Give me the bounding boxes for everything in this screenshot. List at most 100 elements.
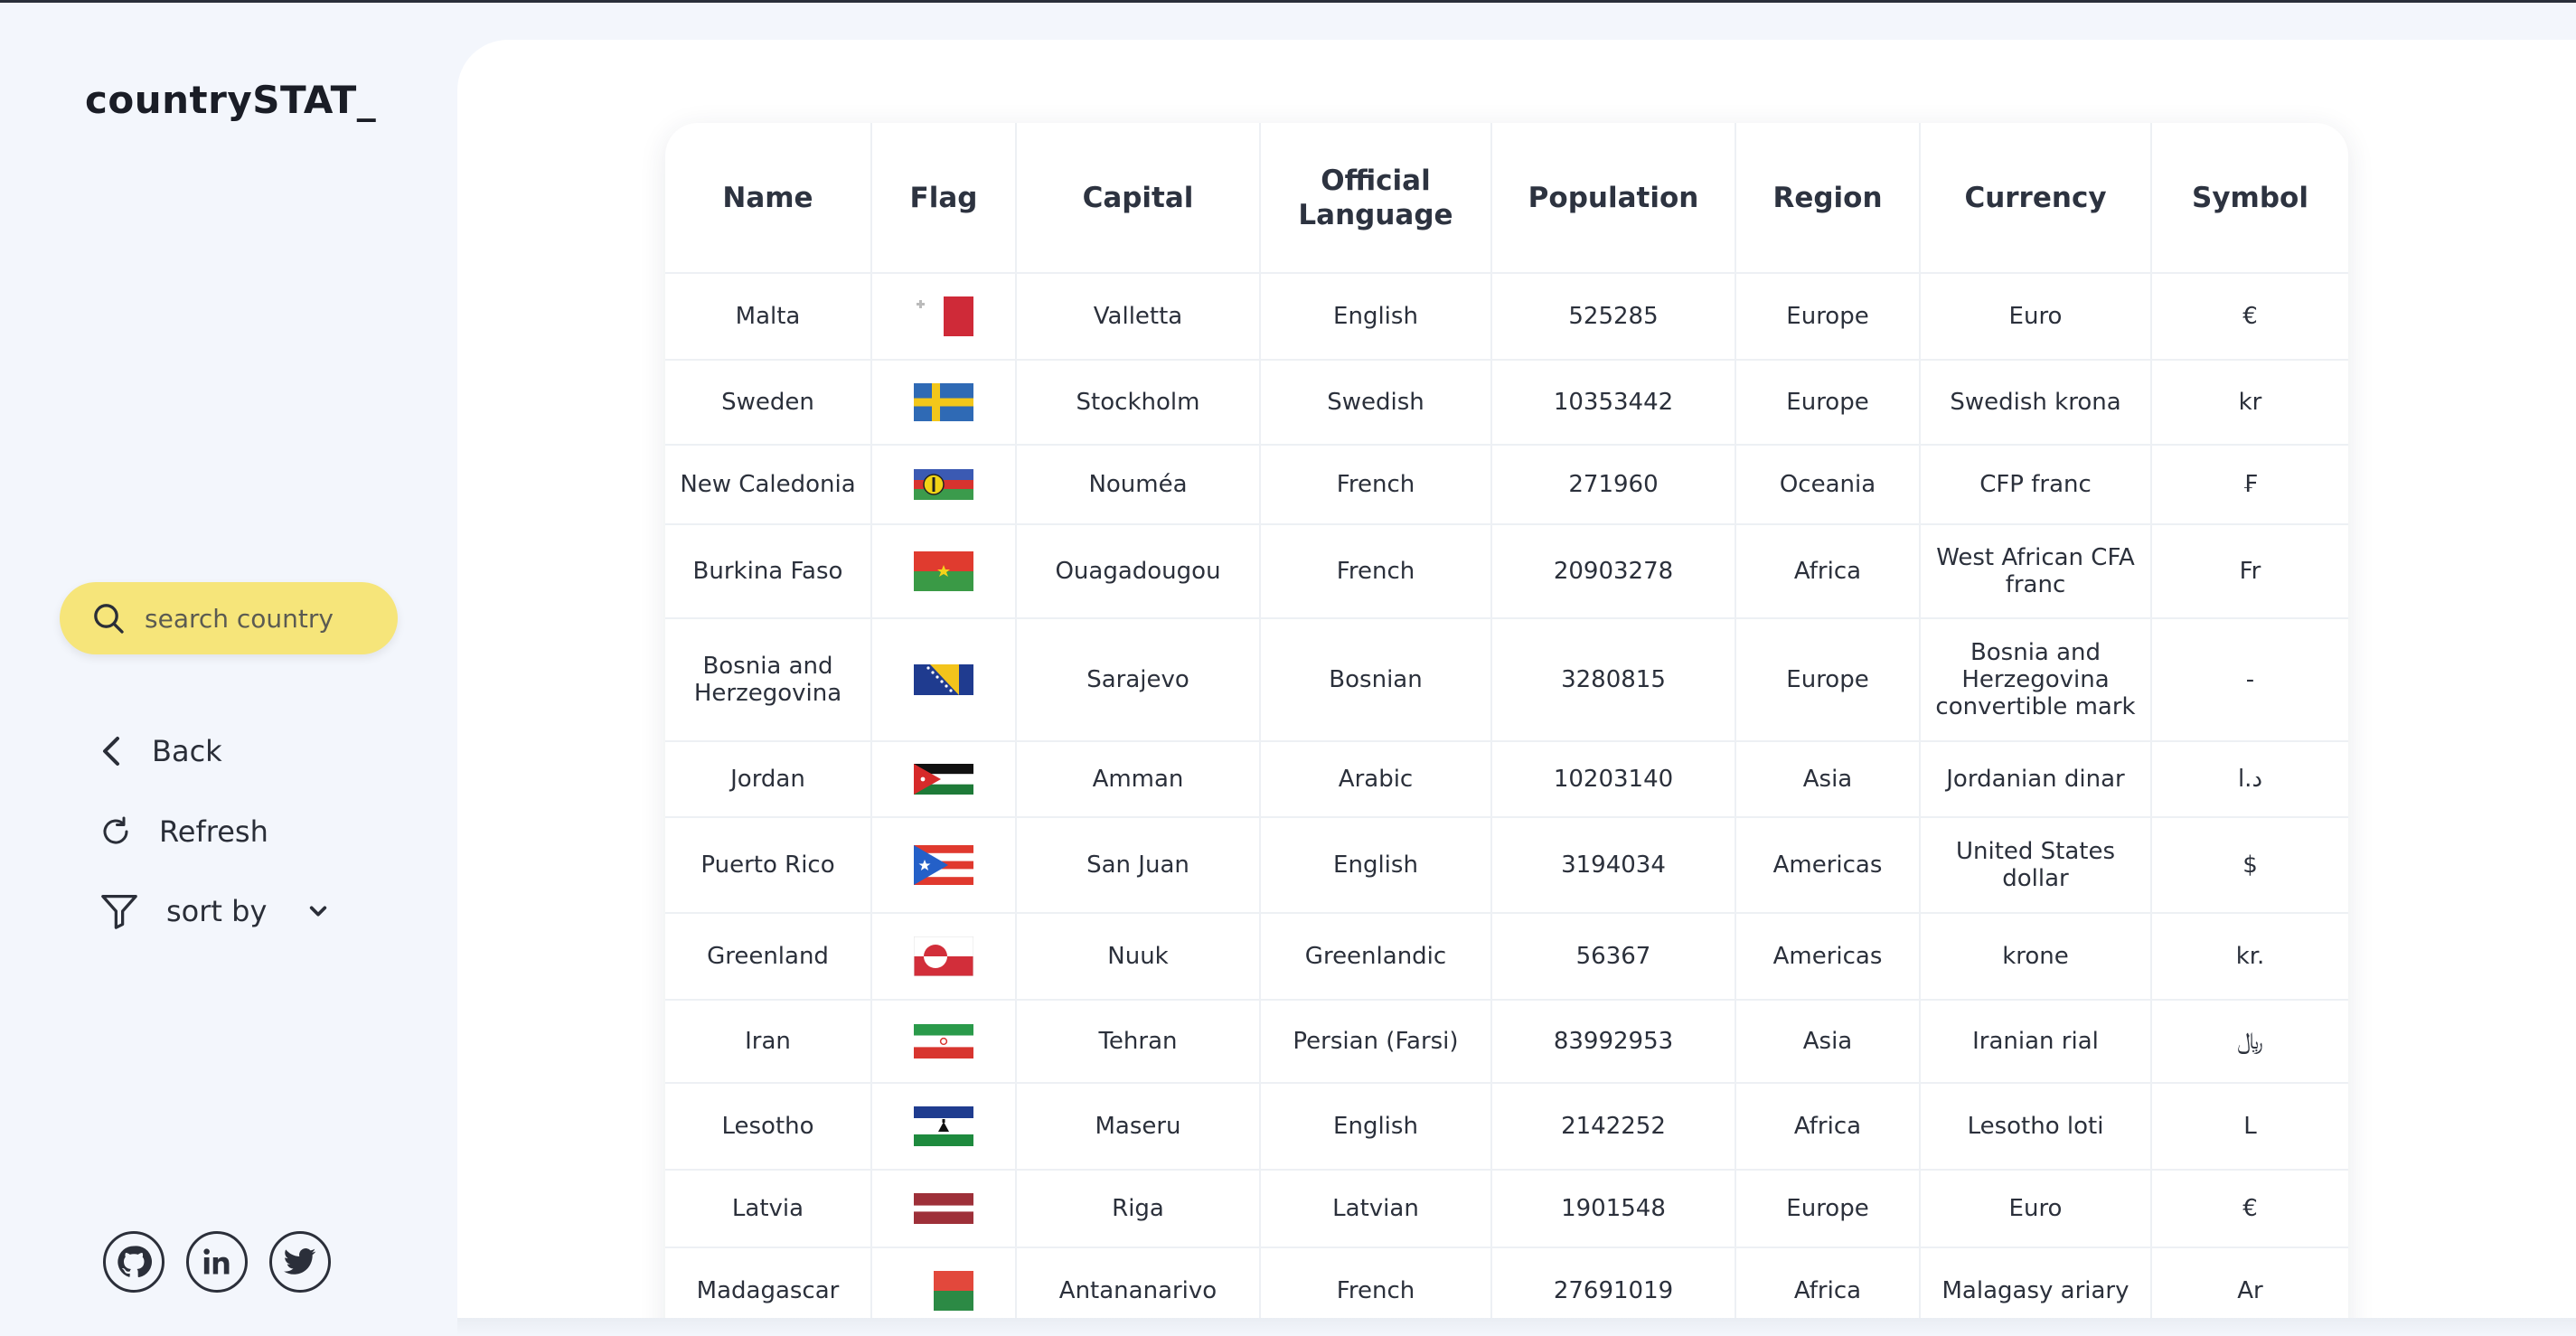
country-name: Lesotho [665, 1083, 872, 1171]
currency-symbol: $ [2151, 817, 2348, 914]
search-input[interactable] [145, 603, 371, 634]
latvia-flag-icon [914, 1193, 973, 1224]
population: 271960 [1491, 445, 1736, 525]
twitter-icon [284, 1248, 316, 1275]
population: 10203140 [1491, 741, 1736, 818]
currency: United States dollar [1920, 817, 2152, 914]
table-row[interactable]: Malta Valletta English 525285 Europe Eur… [665, 273, 2348, 361]
table-row[interactable]: Madagascar Antananarivo French 27691019 … [665, 1247, 2348, 1323]
population: 20903278 [1491, 524, 1736, 619]
region: Europe [1735, 1170, 1921, 1248]
population: 1901548 [1491, 1170, 1736, 1248]
burkina-faso-flag-icon [914, 551, 973, 591]
back-label: Back [152, 734, 222, 768]
iran-flag-icon [914, 1024, 973, 1058]
currency: Iranian rial [1920, 1000, 2152, 1084]
currency: Lesotho loti [1920, 1083, 2152, 1171]
countries-table: Name Flag Capital Official Language Popu… [665, 123, 2348, 1323]
currency-symbol: - [2151, 618, 2348, 742]
refresh-button[interactable]: Refresh [99, 814, 268, 850]
chevron-left-icon [103, 737, 119, 766]
back-button[interactable]: Back [99, 734, 222, 768]
official-language: English [1260, 817, 1492, 914]
flag-cell [871, 1083, 1017, 1171]
github-icon [118, 1246, 152, 1278]
official-language: Bosnian [1260, 618, 1492, 742]
github-link[interactable] [103, 1231, 165, 1293]
table-header-row: Name Flag Capital Official Language Popu… [665, 123, 2348, 274]
column-header-currency[interactable]: Currency [1920, 123, 2152, 274]
capital: Valletta [1016, 273, 1261, 361]
population: 27691019 [1491, 1247, 1736, 1323]
official-language: French [1260, 524, 1492, 619]
column-header-name[interactable]: Name [665, 123, 872, 274]
table-row[interactable]: Iran Tehran Persian (Farsi) 83992953 Asi… [665, 1000, 2348, 1084]
flag-cell [871, 273, 1017, 361]
search-box[interactable] [60, 582, 398, 654]
social-links [103, 1231, 331, 1293]
region: Europe [1735, 273, 1921, 361]
flag-cell [871, 445, 1017, 525]
search-icon [94, 604, 124, 634]
sort-dropdown[interactable]: sort by [99, 893, 328, 929]
column-header-official-language[interactable]: Official Language [1260, 123, 1492, 274]
chevron-down-icon [310, 906, 327, 917]
table-row[interactable]: Latvia Riga Latvian 1901548 Europe Euro … [665, 1170, 2348, 1248]
capital: Nouméa [1016, 445, 1261, 525]
currency-symbol: ﷼ [2151, 1000, 2348, 1084]
twitter-link[interactable] [269, 1231, 331, 1293]
currency-symbol: € [2151, 1170, 2348, 1248]
region: Oceania [1735, 445, 1921, 525]
country-name: Jordan [665, 741, 872, 818]
table-row[interactable]: Bosnia and Herzegovina Sarajevo Bosnian … [665, 618, 2348, 742]
table-row[interactable]: Lesotho Maseru English 2142252 Africa Le… [665, 1083, 2348, 1171]
population: 2142252 [1491, 1083, 1736, 1171]
flag-cell [871, 360, 1017, 446]
table-row[interactable]: Sweden Stockholm Swedish 10353442 Europe… [665, 360, 2348, 446]
currency: Euro [1920, 273, 2152, 361]
currency-symbol: kr [2151, 360, 2348, 446]
malta-flag-icon [914, 296, 973, 336]
flag-cell [871, 524, 1017, 619]
official-language: Greenlandic [1260, 913, 1492, 1001]
currency-symbol: € [2151, 273, 2348, 361]
column-header-region[interactable]: Region [1735, 123, 1921, 274]
capital: Maseru [1016, 1083, 1261, 1171]
currency: Euro [1920, 1170, 2152, 1248]
table-row[interactable]: New Caledonia Nouméa French 271960 Ocean… [665, 445, 2348, 525]
table-row[interactable]: Jordan Amman Arabic 10203140 Asia Jordan… [665, 741, 2348, 818]
linkedin-link[interactable] [186, 1231, 248, 1293]
linkedin-icon [203, 1248, 230, 1275]
new-caledonia-flag-icon [914, 469, 973, 500]
capital: Nuuk [1016, 913, 1261, 1001]
table-row[interactable]: Burkina Faso Ouagadougou French 20903278… [665, 524, 2348, 619]
country-name: Madagascar [665, 1247, 872, 1323]
capital: Riga [1016, 1170, 1261, 1248]
flag-cell [871, 1247, 1017, 1323]
app-logo[interactable]: countrySTAT_ [85, 78, 376, 122]
currency: krone [1920, 913, 2152, 1001]
population: 83992953 [1491, 1000, 1736, 1084]
column-header-symbol[interactable]: Symbol [2151, 123, 2348, 274]
country-name: Iran [665, 1000, 872, 1084]
currency-symbol: Fr [2151, 524, 2348, 619]
official-language: French [1260, 1247, 1492, 1323]
currency: West African CFA franc [1920, 524, 2152, 619]
lesotho-flag-icon [914, 1106, 973, 1146]
filter-icon [101, 895, 137, 929]
capital: Ouagadougou [1016, 524, 1261, 619]
greenland-flag-icon [914, 936, 973, 976]
column-header-population[interactable]: Population [1491, 123, 1736, 274]
sweden-flag-icon [914, 383, 973, 421]
table-row[interactable]: Puerto Rico San Juan English 3194034 Ame… [665, 817, 2348, 914]
refresh-label: Refresh [159, 814, 268, 849]
region: Asia [1735, 741, 1921, 818]
region: Europe [1735, 360, 1921, 446]
column-header-capital[interactable]: Capital [1016, 123, 1261, 274]
table-row[interactable]: Greenland Nuuk Greenlandic 56367 America… [665, 913, 2348, 1001]
official-language: Persian (Farsi) [1260, 1000, 1492, 1084]
population: 10353442 [1491, 360, 1736, 446]
column-header-flag[interactable]: Flag [871, 123, 1017, 274]
currency-symbol: kr. [2151, 913, 2348, 1001]
capital: Amman [1016, 741, 1261, 818]
